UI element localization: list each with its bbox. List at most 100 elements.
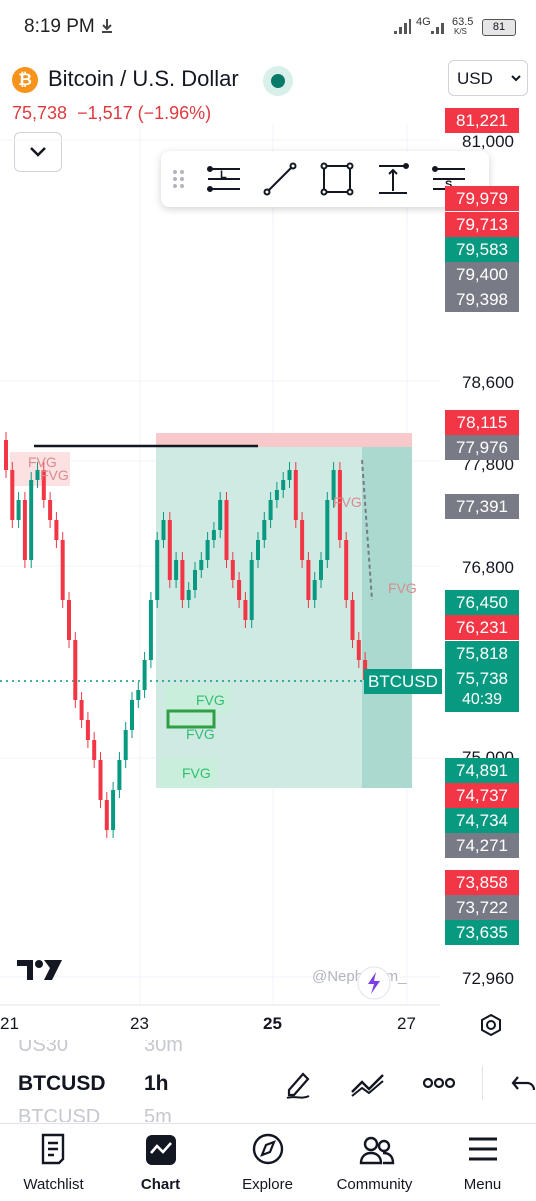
- fvg-label: FVG: [196, 692, 225, 708]
- tab-label: Explore: [242, 1176, 293, 1193]
- candle-body: [268, 500, 273, 520]
- fvg-label: FVG: [40, 467, 69, 483]
- next-interval[interactable]: 5m: [144, 1106, 172, 1122]
- compass-icon: [252, 1133, 284, 1165]
- next-symbol[interactable]: BTCUSD: [18, 1106, 100, 1122]
- candle-body: [256, 540, 260, 560]
- price-badge: 79,398: [445, 287, 519, 312]
- time-axis-label: 21: [0, 1014, 19, 1033]
- candle-body: [218, 500, 223, 530]
- candle-body: [249, 560, 254, 620]
- candle-body: [243, 600, 248, 620]
- last-price: 75,738: [12, 103, 68, 123]
- candle-body: [16, 500, 21, 520]
- community-icon: [359, 1136, 395, 1165]
- measure-icon[interactable]: [375, 161, 411, 197]
- candle-body: [142, 660, 147, 690]
- symbol-bar: US30 30m BTCUSD 1h BTCUSD 5m: [0, 1040, 536, 1122]
- active-zone: [362, 447, 412, 788]
- price-badge: 76,450: [445, 590, 519, 615]
- price-badge: 79,583: [445, 237, 519, 262]
- tab-menu[interactable]: Menu: [429, 1124, 536, 1201]
- tab-label: Chart: [140, 1176, 181, 1193]
- fvg-box-3[interactable]: [166, 709, 216, 729]
- tab-explore[interactable]: Explore: [214, 1124, 321, 1201]
- drawing-toolbar: L S: [161, 151, 489, 207]
- candle-body: [174, 560, 179, 580]
- candle-body: [60, 540, 65, 600]
- prev-symbol[interactable]: US30: [18, 1040, 68, 1057]
- candle-body: [67, 600, 71, 640]
- chart-settings-icon[interactable]: [478, 1012, 504, 1038]
- signal-icon-2: [431, 23, 444, 34]
- prev-interval[interactable]: 30m: [144, 1040, 183, 1057]
- price-badge: 79,713: [445, 212, 519, 237]
- candle-body: [306, 560, 311, 600]
- tab-watchlist[interactable]: Watchlist: [0, 1124, 107, 1201]
- time-axis-label: 25: [263, 1014, 282, 1033]
- candle-body: [281, 480, 286, 490]
- fvg-label: FVG: [333, 494, 362, 510]
- price-summary: 75,738 −1,517 (−1.96%): [12, 103, 211, 124]
- current-symbol[interactable]: BTCUSD: [18, 1072, 106, 1096]
- candle-body: [205, 540, 210, 560]
- candle-body: [104, 800, 109, 830]
- menu-icon: [469, 1137, 497, 1161]
- market-status-icon[interactable]: [263, 66, 293, 96]
- tab-chart[interactable]: Chart: [107, 1124, 214, 1201]
- candle-body: [293, 470, 298, 520]
- tab-community[interactable]: Community: [321, 1124, 428, 1201]
- indicators-icon[interactable]: [350, 1070, 386, 1098]
- trendline-icon[interactable]: [262, 161, 298, 197]
- more-icon[interactable]: [422, 1076, 456, 1090]
- undo-icon[interactable]: [510, 1074, 536, 1094]
- candle-body: [274, 490, 279, 500]
- bitcoin-logo-icon: ₿: [12, 67, 38, 93]
- candle-body: [199, 560, 204, 570]
- current-interval[interactable]: 1h: [144, 1072, 169, 1096]
- fvg-label: FVG: [186, 726, 215, 742]
- symbol-title[interactable]: Bitcoin / U.S. Dollar: [48, 66, 239, 92]
- candle-body: [85, 720, 90, 740]
- candle-body: [29, 480, 34, 560]
- currency-value: USD: [457, 69, 493, 88]
- candle-body: [287, 470, 292, 480]
- price-badge: 74,891: [445, 758, 519, 783]
- candle-body: [211, 530, 216, 540]
- price-badge: 75,818: [445, 641, 519, 666]
- candle-body: [73, 640, 78, 700]
- tab-label: Menu: [463, 1176, 502, 1193]
- candle-body: [136, 690, 141, 700]
- candle-body: [79, 700, 84, 720]
- candle-body: [167, 520, 172, 580]
- price-badge: 78,115: [445, 410, 519, 435]
- price-badge: 79,979: [445, 186, 519, 211]
- price-axis-label: 72,960: [462, 969, 514, 988]
- rectangle-icon[interactable]: [319, 161, 355, 197]
- candle-body: [148, 600, 153, 660]
- time-axis-label: 27: [397, 1014, 416, 1033]
- watchlist-icon: [41, 1133, 65, 1165]
- price-badge: 74,271: [445, 833, 519, 858]
- candle-body: [186, 590, 191, 600]
- battery-level: 81: [492, 21, 506, 33]
- long-position-icon[interactable]: L: [206, 161, 242, 197]
- candle-body: [350, 600, 355, 640]
- bar-countdown: 40:39: [445, 690, 519, 712]
- time-axis-label: 23: [130, 1014, 149, 1033]
- candle-body: [325, 500, 330, 560]
- draw-pen-icon[interactable]: [283, 1068, 313, 1102]
- candle-body: [193, 570, 197, 590]
- currency-select[interactable]: USD: [448, 60, 528, 96]
- candle-body: [230, 560, 235, 580]
- bottom-tab-bar: Watchlist Chart Explore Community Menu: [0, 1123, 536, 1201]
- signal-icon: [394, 19, 411, 34]
- drag-handle-icon[interactable]: [169, 169, 189, 189]
- battery-icon: 81: [482, 19, 516, 36]
- price-badge: 73,722: [445, 895, 519, 920]
- ai-assistant-icon[interactable]: [357, 966, 391, 1000]
- candle-body: [123, 730, 128, 760]
- candle-body: [117, 760, 122, 790]
- candle-body: [237, 580, 242, 600]
- price-badge: 74,734: [445, 808, 519, 833]
